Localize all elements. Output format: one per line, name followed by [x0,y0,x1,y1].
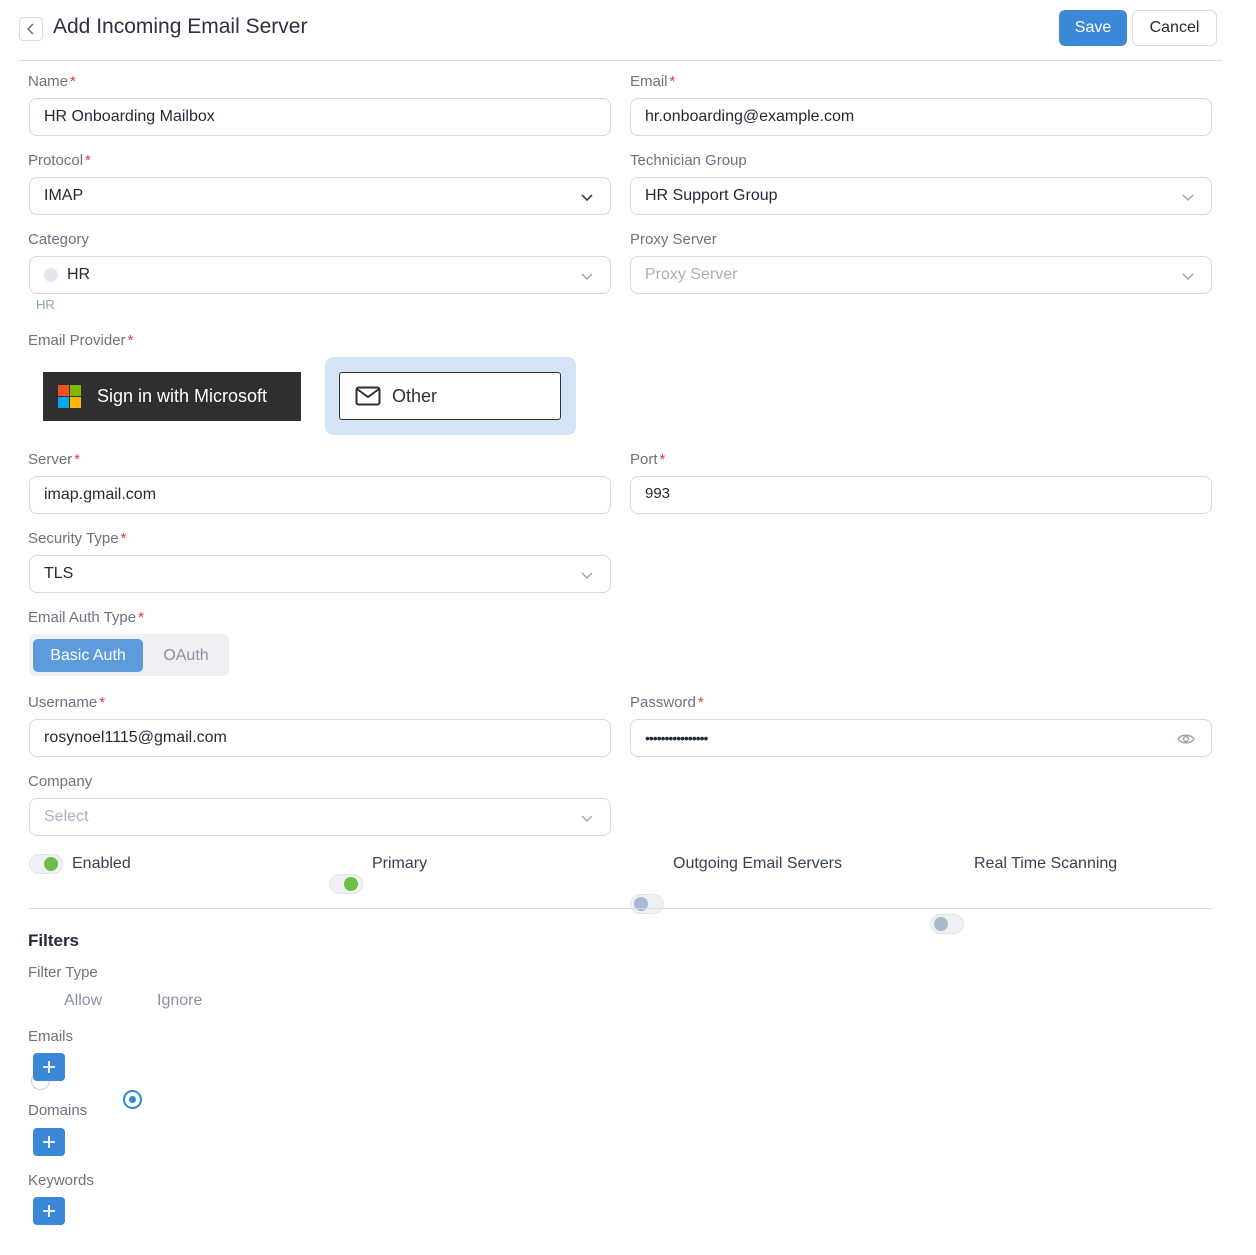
category-label: Category [28,231,89,248]
ignore-label: Ignore [157,992,203,1009]
chevron-down-icon [1182,194,1194,201]
page-title: Add Incoming Email Server [53,15,308,38]
name-label: Name * [28,73,76,90]
add-domain-button[interactable] [33,1128,65,1156]
eye-icon[interactable] [1177,733,1195,745]
chevron-down-icon [1182,273,1194,280]
name-input[interactable]: HR Onboarding Mailbox [29,98,611,136]
category-breadcrumb: HR [36,297,55,312]
proxy-server-select[interactable]: Proxy Server [630,256,1212,294]
save-button[interactable]: Save [1059,10,1127,46]
emails-label: Emails [28,1028,74,1045]
enabled-label: Enabled [72,855,131,872]
password-input[interactable]: •••••••••••••••• [630,719,1212,757]
chevron-down-icon [581,273,593,280]
chevron-down-icon [581,194,593,202]
company-label: Company [28,773,93,790]
ignore-radio[interactable] [123,1090,142,1109]
technician-group-label: Technician Group [630,152,747,169]
chevron-down-icon [581,572,593,579]
other-label: Other [392,385,438,406]
port-input[interactable]: 993 [630,476,1212,514]
email-label: Email * [630,73,676,90]
protocol-value: IMAP [44,187,84,204]
password-value: •••••••••••••••• [645,730,708,746]
chevron-left-icon [26,23,34,35]
category-color-dot [44,268,58,282]
proxy-server-placeholder: Proxy Server [645,266,738,283]
outgoing-email-servers-label: Outgoing Email Servers [673,855,842,872]
server-input[interactable]: imap.gmail.com [29,476,611,514]
company-placeholder: Select [44,808,89,825]
protocol-label: Protocol * [28,152,91,169]
filter-type-label: Filter Type [28,964,98,981]
port-label: Port * [630,451,666,468]
security-type-select[interactable]: TLS [29,555,611,593]
filters-title: Filters [28,931,80,950]
security-type-value: TLS [44,565,74,582]
email-auth-type-label: Email Auth Type * [28,609,144,626]
other-provider-button[interactable]: Other [339,372,561,420]
email-input[interactable]: hr.onboarding@example.com [630,98,1212,136]
microsoft-logo-icon [58,385,81,408]
add-email-button[interactable] [33,1053,65,1081]
domains-label: Domains [28,1102,88,1119]
proxy-server-label: Proxy Server [630,231,717,248]
category-select[interactable]: HR [29,256,611,294]
auth-oauth-option[interactable]: OAuth [148,639,224,672]
sign-in-microsoft-button[interactable]: Sign in with Microsoft [43,372,301,421]
microsoft-label: Sign in with Microsoft [97,386,268,406]
real-time-scanning-switch[interactable] [930,914,964,934]
plus-icon [43,1205,55,1217]
header-divider [19,60,1222,61]
switch-knob [44,857,58,871]
technician-group-select[interactable]: HR Support Group [630,177,1212,215]
plus-icon [43,1061,55,1073]
auth-basic-option[interactable]: Basic Auth [33,639,143,672]
chevron-down-icon [581,815,593,822]
switch-knob [934,917,948,931]
protocol-select[interactable]: IMAP [29,177,611,215]
technician-group-value: HR Support Group [645,187,778,204]
cancel-button[interactable]: Cancel [1132,10,1217,46]
primary-switch[interactable] [329,874,363,894]
username-label: Username * [28,694,106,711]
allow-label: Allow [64,992,103,1009]
company-select[interactable]: Select [29,798,611,836]
email-provider-label: Email Provider * [28,332,134,349]
mail-icon [355,386,381,406]
switch-knob [344,877,358,891]
security-type-label: Security Type * [28,530,127,547]
real-time-scanning-label: Real Time Scanning [974,855,1118,872]
add-keyword-button[interactable] [33,1197,65,1225]
category-value: HR [67,266,91,283]
plus-icon [43,1136,55,1148]
server-label: Server * [28,451,81,468]
section-divider [29,908,1212,909]
password-label: Password * [630,694,704,711]
back-button[interactable] [19,17,43,41]
outgoing-email-servers-switch[interactable] [630,894,664,914]
keywords-label: Keywords [28,1172,94,1189]
username-input[interactable]: rosynoel1115@gmail.com [29,719,611,757]
primary-label: Primary [372,855,428,872]
enabled-switch[interactable] [29,854,63,874]
